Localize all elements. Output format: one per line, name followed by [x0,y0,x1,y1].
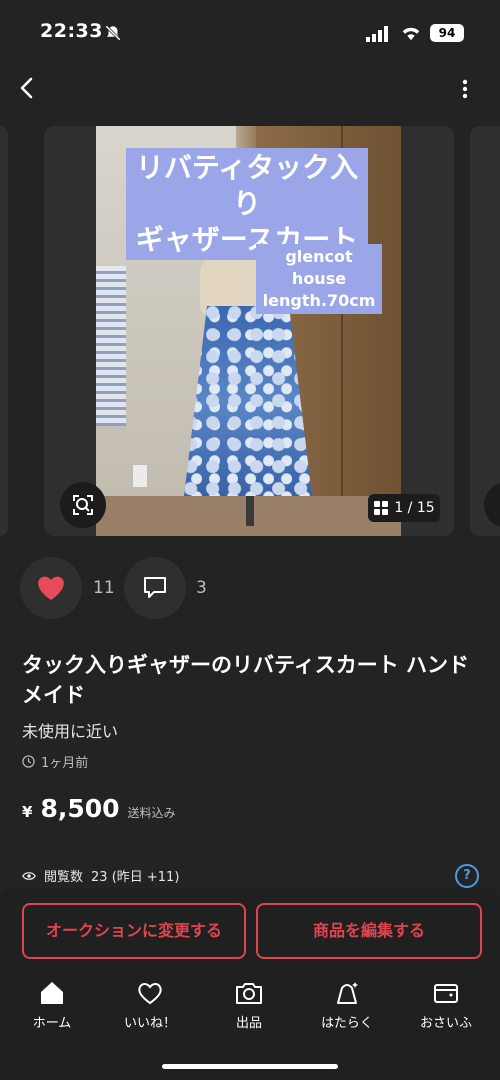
edit-item-button[interactable]: 商品を編集する [256,903,482,959]
views-label: 閲覧数 [44,870,84,885]
price: 8,500 [40,794,120,823]
nav-home-label: ホーム [32,1016,72,1031]
photo-overlay-brand: glencot house length.70cm [256,244,382,314]
image-counter[interactable]: 1 / 15 [368,494,440,522]
nav-sell-label: 出品 [235,1016,262,1031]
heart-icon [38,576,64,600]
photo-plaid-cloth [96,266,126,426]
image-counter-text: 1 / 15 [394,500,435,516]
item-condition: 未使用に近い [22,722,119,741]
nav-wallet-label: おさいふ [419,1016,472,1031]
nav-sell[interactable]: 出品 [209,980,289,1031]
price-row: ¥ 8,500 送料込み [22,794,176,823]
clock-icon [22,755,35,768]
posted-time: 1ヶ月前 [41,756,89,771]
help-icon[interactable]: ? [455,864,479,888]
nav-work-label: はたらく [321,1016,373,1031]
comment-button[interactable] [124,557,186,619]
eye-icon [22,871,36,880]
lens-icon [73,495,93,515]
nav-likes[interactable]: いいね！ [110,980,190,1031]
camera-icon [236,983,262,1004]
bag-icon [337,982,358,1004]
like-button[interactable] [20,557,82,619]
gallery-next-card[interactable] [470,126,500,536]
heart-outline-icon [138,983,162,1005]
lens-search-button[interactable] [60,482,106,528]
photo-outlet [132,464,148,488]
home-icon [41,982,63,1004]
wallet-icon [434,984,458,1003]
like-count: 11 [93,578,115,598]
comment-count: 3 [196,578,207,598]
gallery-main-card[interactable]: リバティタック入り ギャザースカート glencot house length.… [44,126,454,536]
views-row: 閲覧数 23 (昨日 +11) [22,866,179,885]
comment-icon [144,577,166,598]
signal-icon [366,26,388,42]
battery-icon: 94 [430,24,464,42]
nav-home[interactable]: ホーム [12,980,92,1031]
product-photo[interactable]: リバティタック入り ギャザースカート glencot house length.… [96,126,401,536]
bell-slash-icon [105,25,121,41]
item-title: タック入りギャザーのリバティスカート ハンドメイド [22,653,470,707]
grid-icon [374,501,389,515]
back-icon[interactable] [16,76,38,100]
nav-wallet[interactable]: おさいふ [406,980,486,1031]
more-icon[interactable] [456,78,474,100]
views-value: 23 (昨日 +11) [91,870,180,885]
shipping-label: 送料込み [127,806,176,820]
home-indicator [162,1064,338,1069]
price-symbol: ¥ [22,803,33,821]
gallery-prev-card[interactable] [0,126,8,536]
posted-time-row: 1ヶ月前 [22,752,88,771]
change-to-auction-button[interactable]: オークションに変更する [22,903,246,959]
nav-likes-label: いいね！ [123,1016,176,1031]
status-time: 22:33 [40,20,103,42]
wifi-icon [402,27,420,41]
nav-work[interactable]: はたらく [307,980,387,1031]
